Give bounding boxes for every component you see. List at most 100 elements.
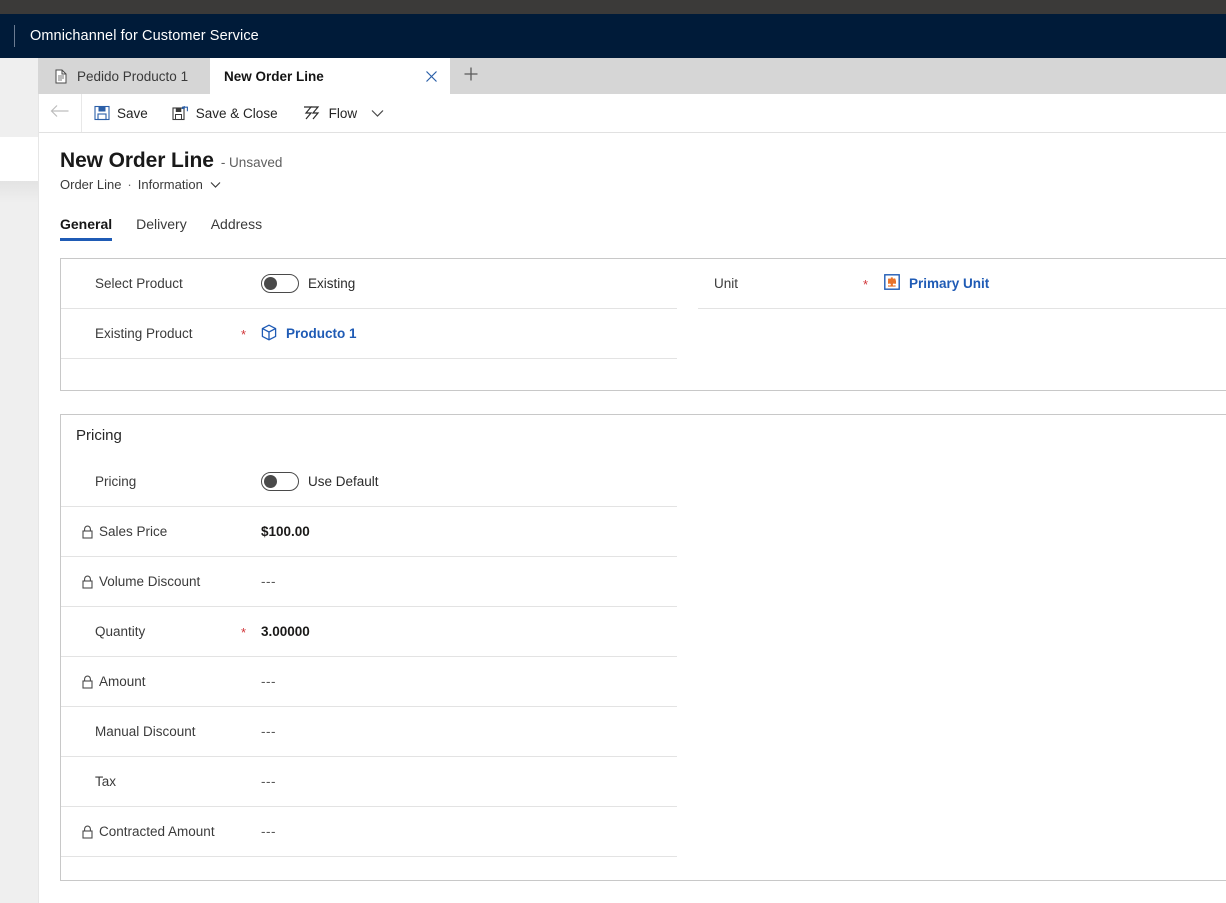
toggle-knob (264, 475, 277, 488)
tab-general[interactable]: General (60, 216, 113, 241)
lock-icon (82, 525, 93, 539)
save-button-label: Save (117, 105, 148, 121)
quantity-value[interactable]: 3.00000 (261, 624, 310, 639)
toggle-knob (264, 277, 277, 290)
new-tab-button[interactable] (450, 58, 492, 94)
plus-icon (463, 66, 479, 87)
field-row-unit: Unit * Primary Unit (698, 259, 1226, 309)
required-indicator: * (241, 327, 247, 342)
tab-pedido-producto-1[interactable]: Pedido Producto 1 (38, 58, 210, 94)
tax-label: Tax (95, 774, 117, 789)
save-icon (94, 105, 110, 121)
page-title-row: New Order Line - Unsaved (60, 149, 282, 173)
breadcrumb-separator: · (127, 177, 132, 192)
existing-product-link[interactable]: Producto 1 (286, 326, 357, 341)
volume-discount-label: Volume Discount (82, 574, 200, 589)
tab-new-order-line[interactable]: New Order Line (210, 58, 450, 94)
amount-value: --- (261, 674, 276, 689)
existing-product-value[interactable]: Producto 1 (261, 324, 357, 344)
tab-address[interactable]: Address (211, 216, 262, 241)
close-icon[interactable] (422, 67, 440, 85)
page-title: New Order Line (60, 149, 214, 172)
left-rail-active-indicator (0, 137, 38, 181)
contracted-amount-label: Contracted Amount (82, 824, 215, 839)
tab-label: Pedido Producto 1 (77, 68, 189, 84)
chevron-down-icon[interactable] (210, 181, 221, 189)
form-tab-list: General Delivery Address (60, 216, 262, 241)
unit-group-icon (884, 274, 900, 293)
lock-icon (82, 575, 93, 589)
flow-button[interactable]: Flow (290, 94, 403, 132)
select-product-toggle-label: Existing (308, 276, 356, 291)
pricing-label: Pricing (95, 474, 137, 489)
pricing-toggle-label: Use Default (308, 474, 379, 489)
volume-discount-value: --- (261, 574, 276, 589)
app-title: Omnichannel for Customer Service (30, 28, 259, 44)
browser-tab-strip: Pedido Producto 1 New Order Line (0, 58, 1226, 94)
volume-discount-label-text: Volume Discount (99, 574, 201, 589)
existing-product-label: Existing Product (95, 326, 193, 341)
field-row-quantity: Quantity * 3.00000 (61, 607, 677, 657)
pricing-toggle[interactable] (261, 472, 299, 491)
field-row-contracted-amount: Contracted Amount --- (61, 807, 677, 857)
save-button[interactable]: Save (82, 94, 160, 132)
field-row-select-product: Select Product Existing (61, 259, 677, 309)
sales-price-label: Sales Price (82, 524, 167, 539)
pricing-value: Use Default (261, 472, 379, 491)
amount-label-text: Amount (99, 674, 146, 689)
record-status: - Unsaved (220, 155, 283, 170)
general-section-card: Select Product Existing Existing Product… (60, 258, 1226, 391)
quantity-label: Quantity (95, 624, 146, 639)
lock-icon (82, 675, 93, 689)
unit-label: Unit (714, 276, 739, 291)
product-box-icon (261, 324, 277, 344)
select-product-toggle[interactable] (261, 274, 299, 293)
save-and-close-button-label: Save & Close (195, 105, 278, 121)
tab-label: New Order Line (224, 68, 324, 84)
breadcrumb-form-selector[interactable]: Information (138, 177, 203, 192)
save-and-close-button[interactable]: Save & Close (160, 94, 290, 132)
unit-value[interactable]: Primary Unit (884, 274, 989, 293)
left-rail-border (38, 94, 39, 903)
field-row-existing-product: Existing Product * Producto 1 (61, 309, 677, 359)
pricing-rows: Pricing Use Default Sales Price $100.00 (61, 457, 677, 857)
tab-strip-left-gutter (0, 58, 38, 94)
field-row-pricing: Pricing Use Default (61, 457, 677, 507)
os-title-strip (0, 0, 1226, 14)
chevron-down-icon[interactable] (364, 94, 390, 132)
contracted-amount-value: --- (261, 824, 276, 839)
app-header-divider (14, 25, 15, 47)
tax-value[interactable]: --- (261, 774, 276, 789)
left-rail-shadow (0, 181, 38, 203)
back-button[interactable] (39, 94, 82, 132)
field-row-amount: Amount --- (61, 657, 677, 707)
pricing-section-title: Pricing (76, 427, 122, 444)
select-product-value: Existing (261, 274, 355, 293)
flow-button-label: Flow (328, 105, 358, 121)
field-row-volume-discount: Volume Discount --- (61, 557, 677, 607)
field-row-tax: Tax --- (61, 757, 677, 807)
unit-link[interactable]: Primary Unit (909, 276, 989, 291)
amount-label: Amount (82, 674, 146, 689)
general-right-column: Unit * Primary Unit (698, 259, 1226, 309)
sales-price-label-text: Sales Price (99, 524, 168, 539)
command-bar: Save Save & Close Flow (39, 94, 1226, 133)
contracted-amount-label-text: Contracted Amount (99, 824, 215, 839)
general-left-column: Select Product Existing Existing Product… (61, 259, 677, 359)
field-row-sales-price: Sales Price $100.00 (61, 507, 677, 557)
save-and-close-icon (172, 105, 189, 121)
back-arrow-icon (50, 104, 70, 123)
lock-icon (82, 825, 93, 839)
tab-delivery[interactable]: Delivery (136, 216, 187, 241)
required-indicator: * (241, 625, 247, 640)
app-header-bar: Omnichannel for Customer Service (0, 14, 1226, 58)
manual-discount-value[interactable]: --- (261, 724, 276, 739)
breadcrumb-entity: Order Line (60, 177, 122, 192)
manual-discount-label: Manual Discount (95, 724, 196, 739)
left-navigation-rail[interactable] (0, 94, 38, 903)
breadcrumb: Order Line · Information (60, 177, 221, 192)
field-row-manual-discount: Manual Discount --- (61, 707, 677, 757)
sales-price-value: $100.00 (261, 524, 310, 539)
pricing-section-card: Pricing Pricing Use Default Sales Price … (60, 414, 1226, 881)
flow-icon (302, 105, 322, 121)
